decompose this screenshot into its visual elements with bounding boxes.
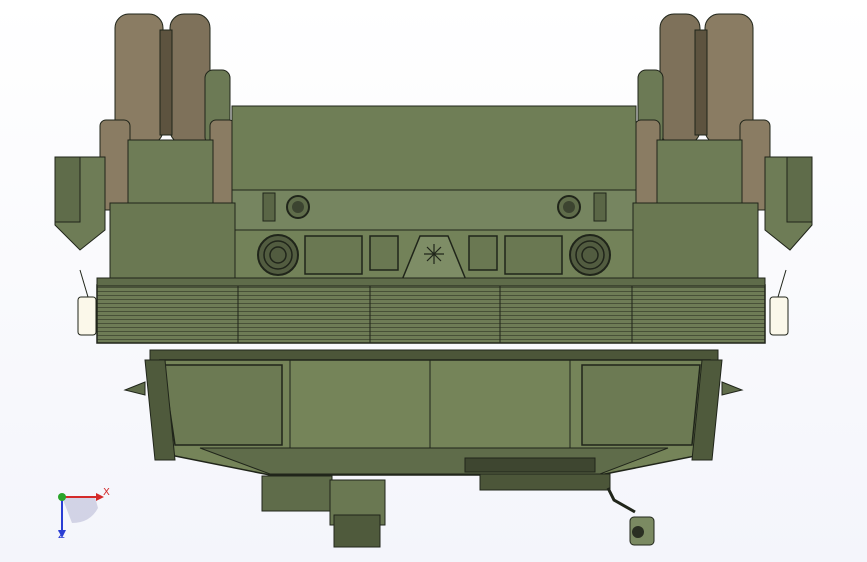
cooling-fan-right: [569, 234, 611, 276]
access-panel-mid-left: [369, 235, 399, 271]
y-axis-dot: [58, 493, 66, 501]
cooling-fan-left: [257, 234, 299, 276]
z-axis-label: Z: [58, 530, 65, 541]
access-panel-right: [504, 235, 563, 275]
front-grille: [96, 277, 766, 344]
cad-viewport[interactable]: X Z: [0, 0, 867, 562]
access-panel-mid-right: [468, 235, 498, 271]
front-panel: [234, 229, 634, 281]
x-axis-label: X: [103, 487, 110, 498]
vehicle-model-canvas[interactable]: [0, 0, 867, 562]
access-panel-left: [304, 235, 363, 275]
